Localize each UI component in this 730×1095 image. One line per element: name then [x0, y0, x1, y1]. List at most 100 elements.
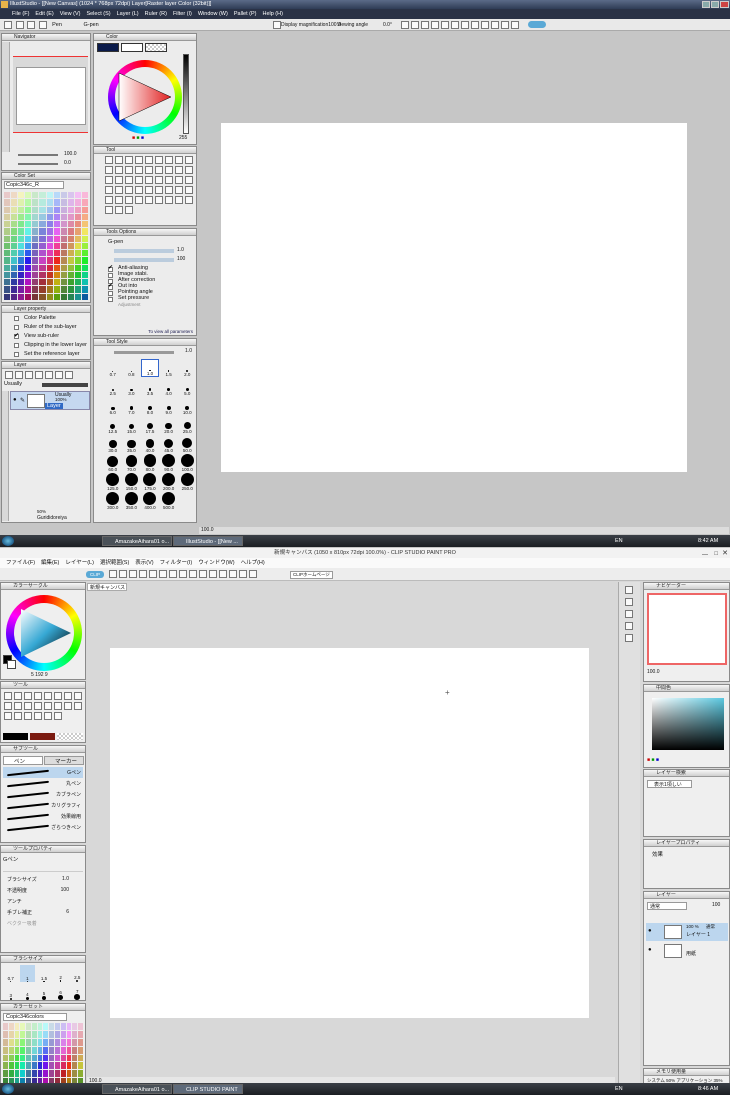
csp-brush-size-cell[interactable]: 4: [20, 983, 36, 1000]
csp-taskbar-button-1[interactable]: AmazakeAihara01 o...: [102, 1084, 172, 1094]
decorate-tool-icon[interactable]: [185, 176, 193, 184]
csp-nav-zoom[interactable]: 100.0: [647, 669, 660, 675]
brush-size-cell[interactable]: 15.0: [123, 416, 141, 434]
color-swatch[interactable]: [32, 228, 39, 235]
color-swatch[interactable]: [39, 206, 46, 213]
csp-color-swatch[interactable]: [20, 1046, 26, 1054]
pen-item[interactable]: Gペン: [3, 767, 83, 778]
color-swatch[interactable]: [53, 221, 60, 228]
checkbox[interactable]: [14, 316, 19, 321]
brush-size-cell[interactable]: 17.5: [141, 416, 159, 434]
color-swatch[interactable]: [67, 199, 74, 206]
csp-color-swatch[interactable]: [3, 1030, 8, 1038]
color-swatch[interactable]: [53, 271, 60, 279]
csp-language-indicator[interactable]: EN: [615, 1086, 623, 1092]
eraser-tool-icon[interactable]: [135, 166, 143, 174]
color-swatch[interactable]: [11, 242, 18, 250]
snap-grid-icon[interactable]: [239, 570, 247, 578]
brush-icon[interactable]: [15, 20, 24, 29]
transparent-swatch[interactable]: [145, 43, 167, 52]
lock-tool-icon[interactable]: [185, 196, 193, 204]
brush-size-cell[interactable]: 20.0: [160, 416, 178, 434]
save-icon[interactable]: [129, 570, 137, 578]
color-swatch[interactable]: [46, 293, 53, 300]
close-button[interactable]: [720, 1, 729, 8]
csp-color-swatch[interactable]: [43, 1054, 49, 1062]
csp-brush-size-cell[interactable]: 1: [19, 965, 36, 982]
menu-item[interactable]: Layer (L): [117, 9, 139, 19]
language-indicator[interactable]: EN: [615, 538, 623, 544]
color-swatch[interactable]: [11, 228, 18, 235]
color-swatch[interactable]: [39, 271, 46, 279]
color-swatch[interactable]: [4, 235, 11, 242]
color-swatch[interactable]: [32, 206, 39, 213]
brush-size-cell[interactable]: 250.0: [178, 473, 196, 491]
color-swatch[interactable]: [39, 286, 46, 293]
operation-tool-icon[interactable]: [125, 186, 133, 194]
csp-color-swatch[interactable]: [72, 1046, 78, 1054]
select-all-icon[interactable]: [169, 570, 177, 578]
color-swatch[interactable]: [46, 257, 53, 264]
color-swatch[interactable]: [11, 271, 18, 279]
color-swatch[interactable]: [18, 279, 25, 286]
csp-color-swatch[interactable]: [8, 1054, 14, 1062]
ruler-tool-icon[interactable]: [105, 176, 113, 184]
brush-size-cell[interactable]: 1.5: [160, 359, 178, 377]
display-magnification[interactable]: Display magnification100.0: [281, 19, 341, 31]
csp-pencil-tool-icon[interactable]: [14, 702, 22, 710]
csp-color-swatch[interactable]: [26, 1046, 31, 1054]
csp-color-swatch[interactable]: [37, 1030, 43, 1038]
csp-color-swatch[interactable]: [72, 1070, 78, 1078]
material-icon[interactable]: [625, 586, 633, 594]
color-swatch[interactable]: [53, 192, 60, 199]
color-swatch[interactable]: [39, 279, 46, 286]
csp-color-swatch[interactable]: [37, 1062, 43, 1070]
csp-color-swatch[interactable]: [3, 1023, 8, 1030]
menu-item[interactable]: File (F): [12, 9, 29, 19]
csp-color-swatch[interactable]: [78, 1046, 83, 1054]
csp-color-swatch[interactable]: [20, 1030, 26, 1038]
csp-color-swatch[interactable]: [60, 1054, 66, 1062]
color-swatch[interactable]: [39, 264, 46, 271]
brush-size-cell[interactable]: 1.0: [141, 359, 159, 377]
csp-color-swatch[interactable]: [55, 1023, 60, 1030]
text-tool-icon[interactable]: [175, 166, 183, 174]
color-swatch[interactable]: [32, 257, 39, 264]
csp-color-swatch[interactable]: [72, 1030, 78, 1038]
merge-icon[interactable]: [35, 371, 43, 379]
menu-item[interactable]: Help (H): [262, 9, 282, 19]
brush-size-cell[interactable]: 3.0: [123, 378, 141, 396]
menu-item[interactable]: Edit (E): [35, 9, 53, 19]
brush-size-cell[interactable]: 60.0: [104, 454, 122, 472]
canvas-area[interactable]: [199, 32, 729, 526]
sub-color-chip[interactable]: [7, 660, 16, 669]
tool-option-item[interactable]: Set pressure: [104, 295, 196, 302]
zoom-tool-icon[interactable]: [105, 156, 113, 164]
csp-menu-item[interactable]: 編集(E): [41, 558, 59, 568]
blur-tool-icon[interactable]: [145, 166, 153, 174]
color-swatch[interactable]: [18, 293, 25, 300]
new-layer-icon[interactable]: [5, 371, 13, 379]
color-swatch[interactable]: [25, 271, 32, 279]
nav-rotate-value[interactable]: 0.0: [64, 160, 71, 166]
color-swatch[interactable]: [11, 206, 18, 213]
transform-tool-icon[interactable]: [145, 186, 153, 194]
rotate-tool-icon[interactable]: [125, 156, 133, 164]
csp-color-swatch[interactable]: [72, 1023, 78, 1030]
color-swatch[interactable]: [74, 192, 81, 199]
clear-icon[interactable]: [219, 570, 227, 578]
color-swatch[interactable]: [25, 279, 32, 286]
color-swatch[interactable]: [32, 192, 39, 199]
airbrush-tool-icon[interactable]: [125, 166, 133, 174]
color-swatch[interactable]: [25, 293, 32, 300]
snap-special-icon[interactable]: [249, 570, 257, 578]
csp-color-swatch[interactable]: [78, 1038, 83, 1046]
csp-color-swatch[interactable]: [49, 1070, 55, 1078]
csp-main-color-bar[interactable]: [3, 733, 28, 740]
menu-item[interactable]: Ruler (R): [145, 9, 167, 19]
csp-color-swatch[interactable]: [78, 1054, 83, 1062]
csp-wand-tool-icon[interactable]: [64, 692, 72, 700]
color-swatch[interactable]: [39, 192, 46, 199]
csp-color-swatch[interactable]: [55, 1054, 60, 1062]
pen-tool-icon[interactable]: [4, 20, 12, 29]
